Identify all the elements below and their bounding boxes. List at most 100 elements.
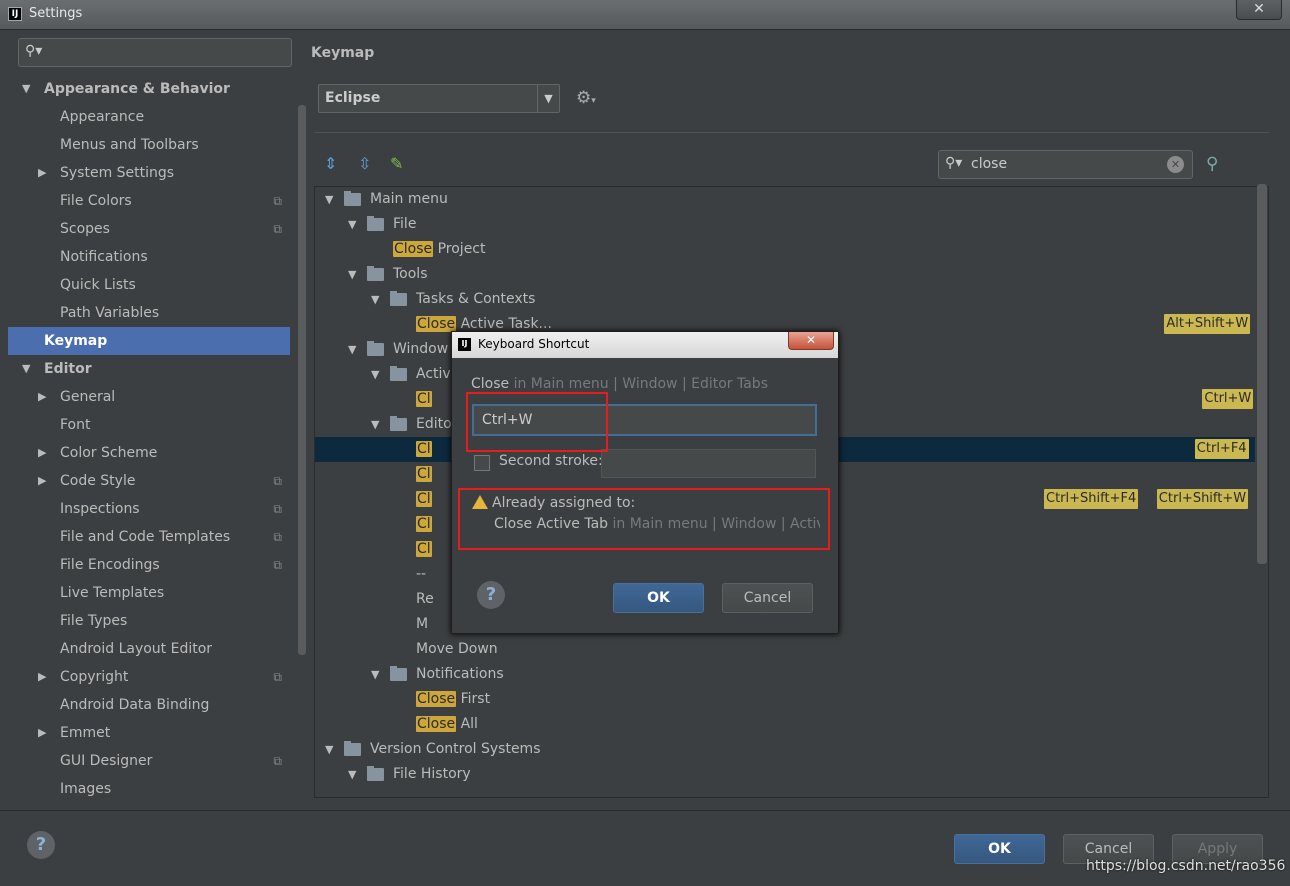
folder-icon xyxy=(367,266,384,281)
edit-pencil-icon[interactable]: ✎ xyxy=(390,154,403,173)
sidebar-item[interactable]: Appearance xyxy=(8,103,290,131)
tree-row[interactable]: Close First xyxy=(315,687,1255,712)
tree-row-text: File History xyxy=(393,766,471,782)
expand-arrow-icon[interactable]: ▼ xyxy=(371,287,379,312)
collapse-arrow-icon[interactable]: ▶ xyxy=(38,439,46,467)
project-scope-icon: ⧉ xyxy=(273,530,282,544)
collapse-all-icon[interactable]: ⇳ xyxy=(358,154,371,173)
second-stroke-checkbox[interactable] xyxy=(474,455,490,471)
watermark-url: https://blog.csdn.net/rao356 xyxy=(1086,858,1286,874)
find-by-shortcut-icon[interactable]: ⚲ xyxy=(1206,154,1218,174)
tree-row[interactable]: ▼ Notifications xyxy=(315,662,1255,687)
tree-row-label: Cl xyxy=(416,387,432,412)
sidebar-item[interactable]: GUI Designer ⧉ xyxy=(8,747,290,775)
help-button[interactable]: ? xyxy=(27,831,55,859)
expand-arrow-icon[interactable]: ▼ xyxy=(371,412,379,437)
folder-icon xyxy=(390,666,407,681)
search-match: Close xyxy=(416,716,457,732)
sidebar-item[interactable]: ▶ Emmet xyxy=(8,719,290,747)
tree-row[interactable]: ▼ File History xyxy=(315,762,1255,787)
sidebar-item[interactable]: Quick Lists xyxy=(8,271,290,299)
window-close-button[interactable]: ✕ xyxy=(1236,0,1282,20)
sidebar-item[interactable]: File Encodings ⧉ xyxy=(8,551,290,579)
keyboard-shortcut-dialog: IJ Keyboard Shortcut ✕ Close in Main men… xyxy=(451,331,839,634)
sidebar-item[interactable]: Keymap xyxy=(8,327,290,355)
keymap-scheme-select[interactable]: Eclipse ▼ xyxy=(318,84,560,113)
expand-all-icon[interactable]: ⇕ xyxy=(324,154,337,173)
expand-arrow-icon[interactable]: ▼ xyxy=(325,737,333,762)
ok-button[interactable]: OK xyxy=(954,834,1045,864)
sidebar-item[interactable]: ▶ System Settings xyxy=(8,159,290,187)
chevron-down-icon[interactable]: ▼ xyxy=(537,85,559,112)
dialog-title-bar: IJ Keyboard Shortcut ✕ xyxy=(452,332,838,358)
sidebar-item[interactable]: File Colors ⧉ xyxy=(8,187,290,215)
tree-row[interactable]: Close All xyxy=(315,712,1255,737)
expand-arrow-icon[interactable]: ▼ xyxy=(371,362,379,387)
collapse-arrow-icon[interactable]: ▶ xyxy=(38,719,46,747)
tree-row[interactable]: ▼ Version Control Systems xyxy=(315,737,1255,762)
tree-row-label: Cl xyxy=(416,512,432,537)
sidebar-item[interactable]: Menus and Toolbars xyxy=(8,131,290,159)
collapse-arrow-icon[interactable]: ▶ xyxy=(38,383,46,411)
tree-row[interactable]: Close Project xyxy=(315,237,1255,262)
project-scope-icon: ⧉ xyxy=(273,222,282,236)
collapse-arrow-icon[interactable]: ▶ xyxy=(38,467,46,495)
expand-arrow-icon[interactable]: ▼ xyxy=(22,355,30,383)
expand-arrow-icon[interactable]: ▼ xyxy=(348,262,356,287)
dialog-help-button[interactable]: ? xyxy=(477,581,505,609)
gear-icon[interactable]: ⚙▾ xyxy=(576,88,596,108)
collapse-arrow-icon[interactable]: ▶ xyxy=(38,663,46,691)
sidebar-search-input[interactable]: ⚲▾ xyxy=(18,38,292,67)
sidebar-item[interactable]: Android Layout Editor xyxy=(8,635,290,663)
sidebar-item[interactable]: File Types xyxy=(8,607,290,635)
dialog-close-button[interactable]: ✕ xyxy=(788,332,834,350)
sidebar-item[interactable]: Android Data Binding xyxy=(8,691,290,719)
sidebar-item[interactable]: Font xyxy=(8,411,290,439)
shortcut-badge: Ctrl+W xyxy=(1202,389,1254,409)
sidebar-item[interactable]: Path Variables xyxy=(8,299,290,327)
divider xyxy=(314,132,1269,133)
sidebar-item[interactable]: Images xyxy=(8,775,290,803)
tree-row[interactable]: ▼ File xyxy=(315,212,1255,237)
expand-arrow-icon[interactable]: ▼ xyxy=(348,762,356,787)
sidebar-item-label: Appearance xyxy=(60,109,145,125)
sidebar-item[interactable]: ▼ Appearance & Behavior xyxy=(8,75,290,103)
expand-arrow-icon[interactable]: ▼ xyxy=(22,75,30,103)
sidebar-item[interactable]: ▶ Color Scheme xyxy=(8,439,290,467)
sidebar-item[interactable]: ▶ Code Style ⧉ xyxy=(8,467,290,495)
expand-arrow-icon[interactable]: ▼ xyxy=(348,212,356,237)
tree-row-label: File xyxy=(393,212,416,237)
sidebar-item[interactable]: Live Templates xyxy=(8,579,290,607)
tree-row[interactable]: ▼ Tasks & Contexts xyxy=(315,287,1255,312)
tree-row-label: Window xyxy=(393,337,448,362)
expand-arrow-icon[interactable]: ▼ xyxy=(371,662,379,687)
expand-arrow-icon[interactable]: ▼ xyxy=(348,337,356,362)
tree-row-text: Tools xyxy=(393,266,428,282)
tree-scrollbar[interactable] xyxy=(1257,184,1267,564)
sidebar-item[interactable]: File and Code Templates ⧉ xyxy=(8,523,290,551)
dialog-ok-button[interactable]: OK xyxy=(613,583,704,613)
action-path: Close in Main menu | Window | Editor Tab… xyxy=(471,376,768,392)
page-title: Keymap xyxy=(311,45,375,61)
sidebar-item[interactable]: ▶ General xyxy=(8,383,290,411)
sidebar-item[interactable]: Scopes ⧉ xyxy=(8,215,290,243)
sidebar-item[interactable]: ▼ Editor xyxy=(8,355,290,383)
sidebar-item[interactable]: Notifications xyxy=(8,243,290,271)
action-filter-input[interactable]: ⚲▾ close ✕ xyxy=(938,150,1193,179)
tree-row-text: File xyxy=(393,216,417,232)
second-stroke-input[interactable] xyxy=(601,449,816,478)
sidebar-item[interactable]: Inspections ⧉ xyxy=(8,495,290,523)
sidebar-item-label: File Colors xyxy=(60,193,132,209)
sidebar-item-label: Editor xyxy=(44,361,92,377)
dialog-cancel-button[interactable]: Cancel xyxy=(722,583,813,613)
clear-icon[interactable]: ✕ xyxy=(1167,156,1184,173)
tree-row[interactable]: Move Down xyxy=(315,637,1255,662)
sidebar-item-label: Font xyxy=(60,417,91,433)
expand-arrow-icon[interactable]: ▼ xyxy=(325,187,333,212)
sidebar-item-label: System Settings xyxy=(60,165,175,181)
collapse-arrow-icon[interactable]: ▶ xyxy=(38,159,46,187)
tree-row[interactable]: ▼ Main menu xyxy=(315,187,1255,212)
sidebar-item[interactable]: ▶ Copyright ⧉ xyxy=(8,663,290,691)
tree-row[interactable]: ▼ Tools xyxy=(315,262,1255,287)
search-match: Close xyxy=(393,241,434,257)
